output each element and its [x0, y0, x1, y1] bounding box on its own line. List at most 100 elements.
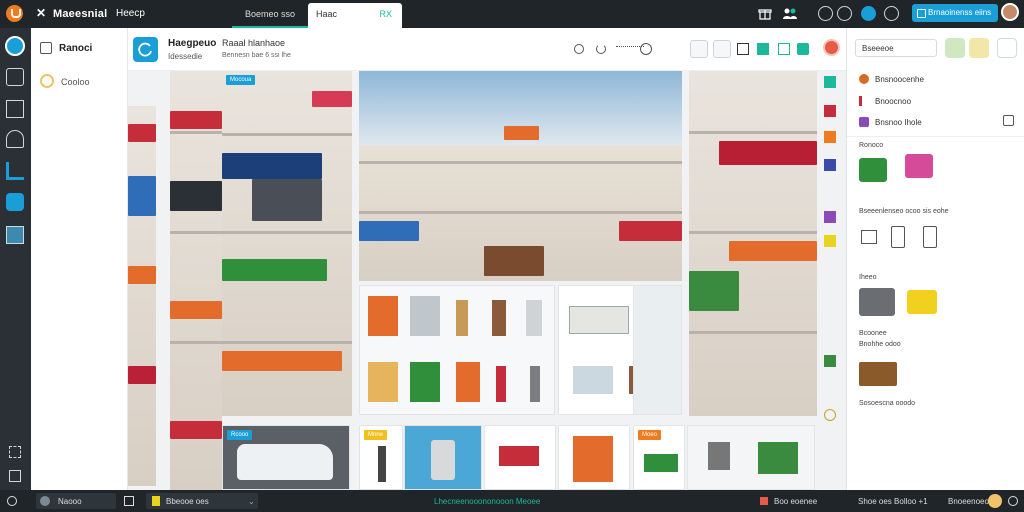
asset-tile[interactable]: [687, 425, 815, 490]
contacts-icon[interactable]: [782, 6, 797, 21]
search-icon[interactable]: [574, 44, 584, 54]
close-tool-icon[interactable]: ✕: [36, 6, 46, 20]
crate-thumbnail[interactable]: [859, 362, 897, 386]
mall-render-tile[interactable]: Mocoua: [222, 71, 352, 416]
dashboard-icon[interactable]: [6, 68, 24, 86]
profile-icon[interactable]: [997, 38, 1017, 58]
asset-tile[interactable]: Moeo: [633, 425, 685, 490]
publish-icon[interactable]: [797, 43, 809, 55]
workspace-icon: [40, 496, 50, 506]
asset-caption: Bcoonee: [859, 330, 887, 337]
content-header: Haegpeuo Idessedie Raaal hlanhaoe Bennes…: [128, 28, 846, 71]
asset-tile[interactable]: [484, 425, 556, 490]
phone-icon[interactable]: [923, 226, 937, 248]
fill-icon[interactable]: [824, 131, 836, 143]
info-icon[interactable]: [824, 409, 836, 421]
tile-badge: Mocoua: [226, 75, 256, 85]
street-asset-tile[interactable]: [633, 285, 682, 415]
file-icon: [124, 496, 134, 506]
user-avatar[interactable]: [1001, 3, 1019, 21]
status-item[interactable]: Shoe oes Bolloo +1: [858, 497, 928, 506]
tab-active[interactable]: Haac RX: [308, 3, 402, 28]
section-title: Iheeo: [859, 274, 877, 281]
layer-icon: [859, 117, 869, 127]
asset-thumbnail[interactable]: [905, 154, 933, 178]
expand-icon[interactable]: [9, 446, 21, 458]
section-title: Ronoco: [859, 142, 884, 149]
chevron-down-icon: ⌄: [248, 497, 255, 506]
layer-item[interactable]: Bnsnoo Ihole: [875, 118, 922, 127]
grid-icon[interactable]: [9, 470, 21, 482]
notification-icon[interactable]: [861, 6, 876, 21]
frame-icon[interactable]: [891, 226, 905, 248]
chart-icon[interactable]: [6, 162, 24, 180]
app-title: Maeesnial: [53, 8, 108, 20]
tab-first[interactable]: Boemeo sso: [232, 3, 308, 28]
power-icon[interactable]: [7, 496, 17, 506]
home-icon[interactable]: [5, 36, 25, 56]
save-button[interactable]: [713, 40, 731, 58]
cloud-icon[interactable]: [6, 130, 24, 148]
mall-thumbnail-left[interactable]: [170, 71, 222, 490]
status-item[interactable]: Boo eoenee: [774, 497, 817, 506]
help-icon[interactable]: [884, 6, 899, 21]
crop-icon[interactable]: [737, 43, 749, 55]
asset-tile[interactable]: [558, 425, 630, 490]
copy-button[interactable]: [690, 40, 708, 58]
design-canvas[interactable]: Mocoua Rcooo Mnne Moeo: [128, 71, 846, 490]
media-icon[interactable]: [6, 226, 24, 244]
shape-icon[interactable]: [824, 211, 836, 223]
layer-item[interactable]: Bnsnoocenhe: [875, 75, 924, 84]
redo-icon[interactable]: [640, 43, 652, 55]
car-photo-tile[interactable]: Rcooo: [222, 425, 350, 490]
section-title: Raaal hlanhaoe: [222, 38, 286, 48]
vehicle-thumbnail[interactable]: [859, 288, 895, 316]
layer-icon: [859, 74, 869, 84]
user-status-avatar[interactable]: [988, 494, 1002, 508]
share-icon[interactable]: [778, 43, 790, 55]
table-icon[interactable]: [861, 230, 877, 244]
image-icon[interactable]: [945, 38, 965, 58]
document-icon: [40, 42, 52, 54]
clock-icon[interactable]: [818, 6, 833, 21]
export-icon[interactable]: [757, 43, 769, 55]
properties-panel: Bseeeoe Bnsnoocenhe Bnoocnoo Bnsnoo Ihol…: [846, 28, 1024, 490]
mall-render-right[interactable]: [689, 71, 817, 416]
folder-icon[interactable]: [6, 193, 24, 211]
asset-dropdown[interactable]: Bseeeoe: [855, 39, 937, 57]
section-subtitle: Bennesn bae 6 ssi lhe: [222, 52, 291, 59]
menu-help[interactable]: Heecp: [116, 8, 145, 19]
gift-icon[interactable]: [758, 6, 773, 21]
highlight-icon[interactable]: [824, 235, 836, 247]
primary-action-button[interactable]: Brnaoinenss eiins: [912, 4, 998, 22]
filter-icon[interactable]: [969, 38, 989, 58]
atrium-render[interactable]: [359, 71, 682, 281]
tab-first-label: Boemeo sso: [244, 9, 296, 19]
lock-icon[interactable]: [1003, 115, 1014, 126]
navigation-panel: Ranoci Cooloo: [31, 28, 128, 490]
refresh-button[interactable]: [133, 37, 158, 62]
tile-badge: Rcooo: [227, 430, 253, 440]
marker-icon[interactable]: [824, 105, 836, 117]
tab-close-icon[interactable]: RX: [379, 9, 392, 19]
record-icon[interactable]: [823, 39, 840, 56]
brush-icon[interactable]: [824, 159, 836, 171]
left-rail: [0, 28, 31, 490]
asset-tile[interactable]: [404, 425, 482, 490]
asset-thumbnail[interactable]: [859, 158, 887, 182]
asset-grid[interactable]: [359, 285, 555, 415]
zoom-icon[interactable]: [824, 76, 836, 88]
rotate-icon[interactable]: [596, 44, 606, 54]
app-logo-icon[interactable]: [6, 5, 23, 22]
settings-icon[interactable]: [837, 6, 852, 21]
layers-icon[interactable]: [824, 355, 836, 367]
mall-thumbnail-edge[interactable]: [128, 106, 156, 486]
alert-icon: [760, 497, 768, 505]
vehicle-thumbnail[interactable]: [907, 290, 937, 314]
asset-tile[interactable]: Mnne: [359, 425, 403, 490]
layer-icon: [859, 96, 869, 106]
chat-icon[interactable]: [1008, 496, 1018, 506]
layout-icon[interactable]: [6, 100, 24, 118]
layer-item[interactable]: Bnoocnoo: [875, 97, 911, 106]
nav-item[interactable]: Cooloo: [61, 77, 90, 87]
